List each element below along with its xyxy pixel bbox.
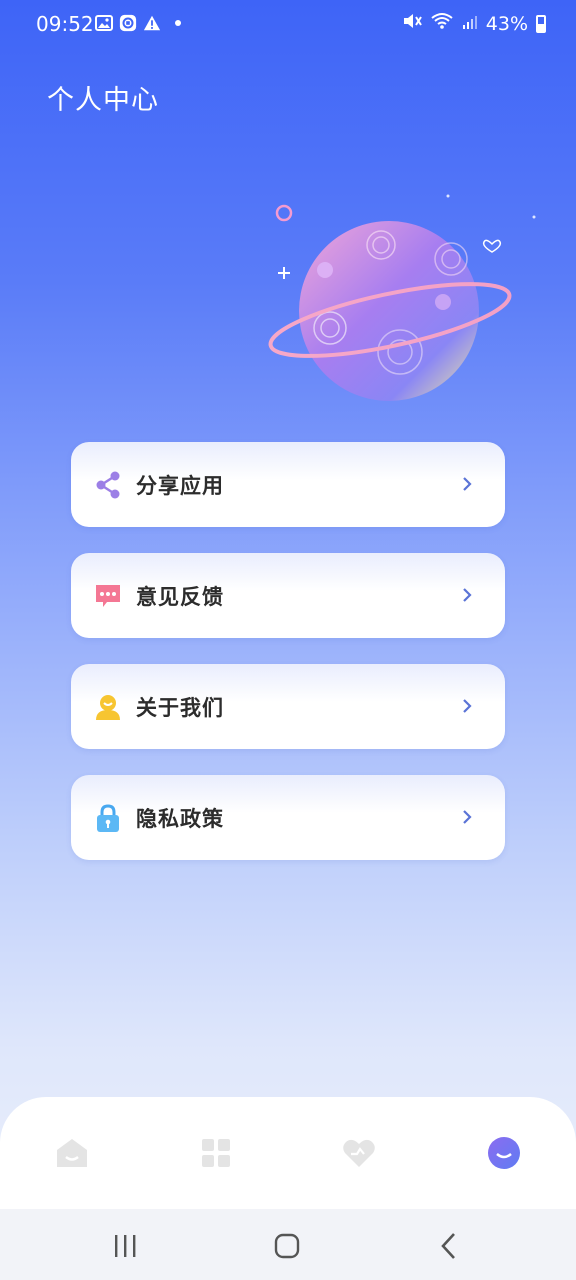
heart-icon bbox=[339, 1139, 379, 1177]
home-icon bbox=[52, 1139, 92, 1177]
battery-percent: 43% bbox=[485, 12, 528, 35]
menu-list: 分享应用 意见反馈 关于我们 隐私政策 bbox=[71, 442, 505, 886]
share-icon bbox=[93, 470, 123, 500]
back-button[interactable] bbox=[434, 1231, 464, 1261]
page-title: 个人中心 bbox=[47, 85, 159, 116]
recent-apps-button[interactable] bbox=[110, 1231, 140, 1261]
about-icon bbox=[93, 692, 123, 722]
nav-grid[interactable] bbox=[196, 1133, 236, 1173]
nav-home[interactable] bbox=[52, 1133, 92, 1173]
status-time: 09:52 bbox=[36, 12, 94, 36]
bottom-nav bbox=[0, 1097, 576, 1209]
notification-dot bbox=[175, 20, 181, 26]
nav-heart[interactable] bbox=[339, 1133, 379, 1173]
grid-icon bbox=[196, 1139, 236, 1177]
status-bar: 09:52 43% bbox=[0, 0, 576, 50]
lock-icon bbox=[93, 803, 123, 833]
chevron-right-icon bbox=[461, 698, 473, 714]
menu-item-label: 关于我们 bbox=[136, 696, 224, 720]
menu-item-label: 意见反馈 bbox=[136, 585, 224, 609]
menu-item-label: 分享应用 bbox=[136, 474, 224, 498]
battery-icon bbox=[536, 14, 546, 33]
chevron-right-icon bbox=[461, 476, 473, 492]
system-nav-bar bbox=[0, 1209, 576, 1280]
planet-illustration bbox=[234, 180, 550, 420]
gallery-icon bbox=[95, 14, 113, 32]
feedback-icon bbox=[93, 581, 123, 611]
warning-icon bbox=[143, 14, 161, 32]
wifi-icon bbox=[430, 12, 454, 35]
app-notification-icon bbox=[119, 14, 137, 32]
menu-item-share[interactable]: 分享应用 bbox=[71, 442, 505, 527]
menu-item-about[interactable]: 关于我们 bbox=[71, 664, 505, 749]
mute-icon bbox=[402, 12, 422, 35]
menu-item-label: 隐私政策 bbox=[136, 807, 224, 831]
menu-item-feedback[interactable]: 意见反馈 bbox=[71, 553, 505, 638]
chevron-right-icon bbox=[461, 587, 473, 603]
home-button[interactable] bbox=[272, 1231, 302, 1261]
signal-icon bbox=[462, 13, 478, 35]
nav-profile[interactable] bbox=[484, 1133, 524, 1173]
chevron-right-icon bbox=[461, 809, 473, 825]
menu-item-privacy[interactable]: 隐私政策 bbox=[71, 775, 505, 860]
profile-icon bbox=[484, 1137, 524, 1177]
